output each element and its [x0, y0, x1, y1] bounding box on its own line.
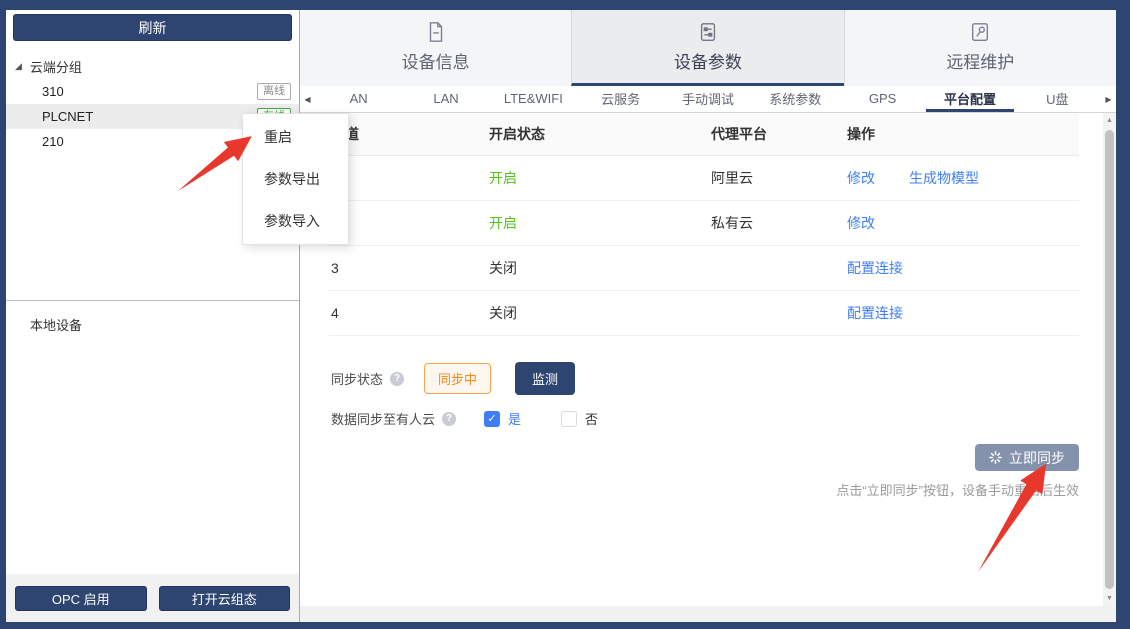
scroll-right-icon[interactable]: ▶: [1101, 86, 1116, 112]
sub-tab-8[interactable]: U盘: [1014, 86, 1101, 112]
action-link[interactable]: 生成物模型: [909, 168, 979, 188]
sync-tip-text: 点击“立即同步”按钮，设备手动重启后生效: [329, 480, 1079, 499]
sidebar: 刷新 ◢ 云端分组 310离线PLCNET在线210 本地设备 OPC 启用 打…: [6, 10, 300, 622]
tab-device-info[interactable]: 设备信息: [300, 10, 571, 86]
cell-status: 关闭: [489, 303, 711, 323]
action-link[interactable]: 配置连接: [847, 258, 903, 278]
yes-checkbox[interactable]: ✓: [484, 411, 500, 427]
cell-status: 关闭: [489, 258, 711, 278]
tab-device-params[interactable]: 设备参数: [571, 10, 843, 86]
data-sync-label: 数据同步至有人云: [331, 409, 435, 428]
column-header-2: 代理平台: [711, 124, 847, 144]
refresh-button[interactable]: 刷新: [13, 14, 292, 41]
sync-now-label: 立即同步: [1009, 448, 1065, 468]
bottom-strip: [300, 606, 1116, 622]
sync-status-badge: 同步中: [424, 363, 491, 394]
sub-tab-3[interactable]: 云服务: [577, 86, 664, 112]
monitor-button[interactable]: 监测: [515, 362, 575, 395]
sync-now-button[interactable]: 立即同步: [975, 444, 1079, 471]
action-link[interactable]: 修改: [847, 168, 875, 188]
menu-item-2[interactable]: 参数导入: [243, 200, 348, 242]
opc-enable-button[interactable]: OPC 启用: [15, 586, 147, 611]
local-devices-label: 本地设备: [30, 315, 299, 334]
main-tab-bar: 设备信息 设备参数: [300, 10, 1116, 86]
sub-tab-items: ANLANLTE&WIFI云服务手动调试系统参数GPS平台配置U盘: [315, 86, 1101, 112]
tree-device-310[interactable]: 310 离线: [6, 79, 299, 104]
platform-config-content: 通道开启状态代理平台操作 1开启阿里云修改生成物模型2开启私有云修改3关闭配置连…: [300, 113, 1116, 606]
column-header-3: 操作: [847, 124, 1077, 144]
cell-channel: 2: [331, 215, 489, 231]
column-header-1: 开启状态: [489, 124, 711, 144]
sub-tab-0[interactable]: AN: [315, 86, 402, 112]
tab-label: 设备信息: [402, 48, 470, 73]
cell-channel: 3: [331, 260, 489, 276]
action-link[interactable]: 配置连接: [847, 303, 903, 323]
table-row-1: 1开启阿里云修改 生成物模型: [329, 156, 1079, 201]
table-header: 通道开启状态代理平台操作: [329, 113, 1079, 156]
help-icon[interactable]: ?: [442, 412, 456, 426]
scrollbar-up-icon[interactable]: ▲: [1103, 113, 1116, 128]
data-sync-row: 数据同步至有人云 ? ✓ 是 否: [329, 409, 1079, 428]
menu-item-1[interactable]: 参数导出: [243, 158, 348, 200]
main-area: 设备信息 设备参数: [300, 10, 1116, 622]
sync-status-label: 同步状态: [331, 369, 383, 388]
scrollbar-down-icon[interactable]: ▼: [1103, 591, 1116, 606]
cell-actions: 配置连接: [847, 258, 1077, 278]
sync-now-row: 立即同步: [329, 444, 1079, 471]
platform-table: 通道开启状态代理平台操作 1开启阿里云修改生成物模型2开启私有云修改3关闭配置连…: [329, 113, 1079, 336]
cell-platform: 阿里云: [711, 168, 847, 188]
tree-group-cloud[interactable]: ◢ 云端分组: [6, 53, 299, 79]
column-header-0: 通道: [331, 124, 489, 144]
sidebar-footer: OPC 启用 打开云组态: [6, 574, 299, 622]
sub-tab-1[interactable]: LAN: [402, 86, 489, 112]
table-row-4: 4关闭 配置连接: [329, 291, 1079, 336]
table-body: 1开启阿里云修改生成物模型2开启私有云修改3关闭配置连接4关闭配置连接: [329, 156, 1079, 336]
action-link[interactable]: 修改: [847, 213, 875, 233]
cell-status: 开启: [489, 213, 711, 233]
expander-icon[interactable]: ◢: [15, 61, 22, 72]
open-cloud-scada-button[interactable]: 打开云组态: [159, 586, 291, 611]
cell-platform: 私有云: [711, 213, 847, 233]
wrench-icon: [969, 21, 991, 43]
app-window: 刷新 ◢ 云端分组 310离线PLCNET在线210 本地设备 OPC 启用 打…: [0, 0, 1130, 629]
sub-tab-bar: ◀ ANLANLTE&WIFI云服务手动调试系统参数GPS平台配置U盘 ▶: [300, 86, 1116, 113]
device-name: 310: [42, 84, 64, 99]
tab-remote-maintenance[interactable]: 远程维护: [844, 10, 1116, 86]
scrollbar-thumb[interactable]: [1105, 130, 1114, 589]
sub-tab-5[interactable]: 系统参数: [752, 86, 839, 112]
no-label[interactable]: 否: [585, 409, 598, 428]
sub-tab-4[interactable]: 手动调试: [664, 86, 751, 112]
sub-tab-6[interactable]: GPS: [839, 86, 926, 112]
spinner-icon: [989, 451, 1002, 464]
tab-label: 设备参数: [674, 48, 742, 73]
sync-status-row: 同步状态 ? 同步中 监测: [329, 362, 1079, 395]
local-devices-panel: 本地设备: [6, 300, 299, 574]
cell-channel: 4: [331, 305, 489, 321]
device-status-badge: 离线: [257, 83, 291, 100]
cell-actions: 修改 生成物模型: [847, 168, 1077, 188]
vertical-scrollbar: ▲ ▼: [1103, 113, 1116, 606]
document-icon: [425, 21, 447, 43]
device-name: PLCNET: [42, 109, 93, 124]
context-menu: 重启参数导出参数导入: [242, 113, 349, 245]
cell-channel: 1: [331, 170, 489, 186]
cell-status: 开启: [489, 168, 711, 188]
table-row-3: 3关闭 配置连接: [329, 246, 1079, 291]
window-body: 刷新 ◢ 云端分组 310离线PLCNET在线210 本地设备 OPC 启用 打…: [6, 10, 1116, 622]
sliders-icon: [697, 21, 719, 43]
help-icon[interactable]: ?: [390, 372, 404, 386]
yes-label[interactable]: 是: [508, 409, 521, 428]
menu-item-0[interactable]: 重启: [243, 116, 348, 158]
table-row-2: 2开启私有云修改: [329, 201, 1079, 246]
cell-actions: 修改: [847, 213, 1077, 233]
cell-actions: 配置连接: [847, 303, 1077, 323]
sub-tab-7[interactable]: 平台配置: [926, 86, 1013, 112]
sub-tab-2[interactable]: LTE&WIFI: [490, 86, 577, 112]
tab-label: 远程维护: [946, 48, 1014, 73]
device-name: 210: [42, 134, 64, 149]
no-checkbox[interactable]: [561, 411, 577, 427]
tree-group-label: 云端分组: [30, 57, 82, 76]
scroll-left-icon[interactable]: ◀: [300, 86, 315, 112]
